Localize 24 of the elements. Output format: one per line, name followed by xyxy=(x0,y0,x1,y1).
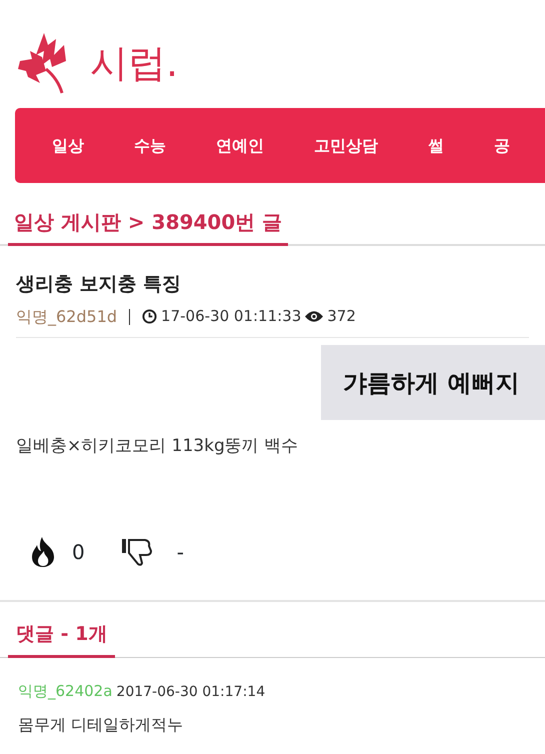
logo-text[interactable]: 시럽. xyxy=(90,44,178,82)
nav-link[interactable]: 연예인 xyxy=(216,134,264,158)
comment-date: 2017-06-30 01:17:14 xyxy=(116,682,266,702)
post-body: 일베충×히키코모리 113kg뚱끼 백수 xyxy=(16,434,300,458)
flame-icon xyxy=(30,537,56,567)
nav-link[interactable]: 일상 xyxy=(52,134,84,158)
dislike-button[interactable]: - xyxy=(120,537,184,567)
comment-author: 익명_62402a xyxy=(18,680,112,702)
image-caption: 갸름하게 예뻐지 xyxy=(321,344,545,420)
author-name: 익명_62d51d xyxy=(16,306,118,328)
nav-link[interactable]: 수능 xyxy=(134,134,166,158)
breadcrumb: 일상 게시판 > 389400번 글 xyxy=(8,207,288,246)
nav-link[interactable]: 고민상담 xyxy=(314,134,378,158)
post-title: 생리충 보지충 특징 xyxy=(16,272,182,297)
post-date: 17-06-30 01:11:33 xyxy=(161,306,302,328)
comments-heading: 댓글 - 1개 xyxy=(8,620,116,658)
nav-link[interactable]: 썰 xyxy=(428,134,444,158)
comment-text: 몸무게 디테일하게적누 xyxy=(18,714,184,736)
clock-icon xyxy=(142,309,158,324)
nav-link[interactable]: 공 xyxy=(494,134,510,158)
thumbs-down-icon xyxy=(120,537,153,567)
like-button[interactable]: 0 xyxy=(30,537,85,567)
view-count: 372 xyxy=(327,306,356,328)
eye-icon xyxy=(305,310,324,323)
